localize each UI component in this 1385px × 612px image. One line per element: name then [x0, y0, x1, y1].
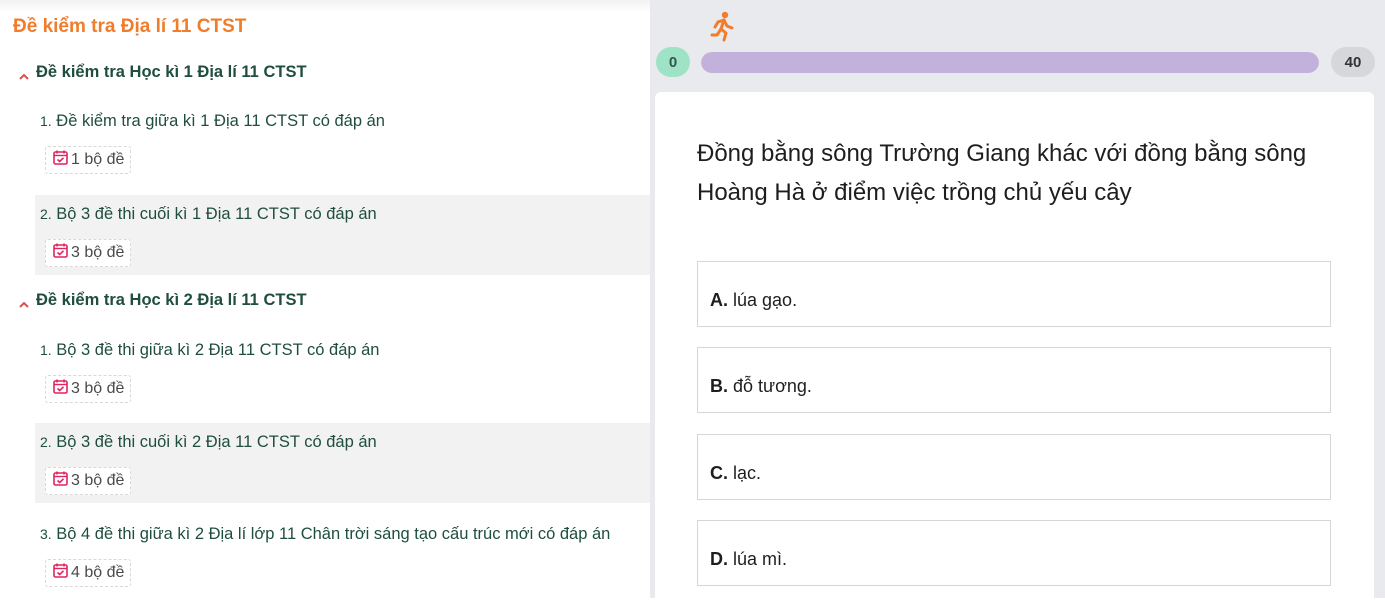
- item-text: Bộ 3 đề thi cuối kì 1 Địa 11 CTST có đáp…: [56, 205, 377, 223]
- exam-list-panel: Đề kiểm tra Địa lí 11 CTST Đề kiểm tra H…: [0, 0, 650, 598]
- exam-item: 1. Đề kiểm tra giữa kì 1 Địa 11 CTST có …: [35, 102, 650, 182]
- answer-option-a[interactable]: A. lúa gạo.: [697, 261, 1331, 327]
- exam-link[interactable]: 2. Bộ 3 đề thi cuối kì 2 Địa 11 CTST có …: [40, 433, 377, 452]
- set-count-badge[interactable]: 3 bộ đề: [45, 375, 132, 403]
- badge-label: 3 bộ đề: [71, 244, 125, 261]
- option-letter: A.: [710, 290, 728, 310]
- calendar-check-icon: [52, 242, 69, 264]
- exam-item: 2. Bộ 3 đề thi cuối kì 2 Địa 11 CTST có …: [35, 423, 650, 503]
- calendar-check-icon: [52, 378, 69, 400]
- option-letter: C.: [710, 463, 728, 483]
- option-letter: B.: [710, 376, 728, 396]
- top-shadow: [0, 0, 650, 12]
- exam-link[interactable]: 3. Bộ 4 đề thi giữa kì 2 Địa lí lớp 11 C…: [40, 525, 610, 544]
- item-text: Đề kiểm tra giữa kì 1 Địa 11 CTST có đáp…: [56, 112, 385, 130]
- badge-label: 3 bộ đề: [71, 472, 125, 489]
- section-title: Đề kiểm tra Học kì 1 Địa lí 11 CTST: [36, 63, 307, 81]
- option-text: lúa mì.: [733, 549, 788, 569]
- item-number: 1.: [40, 113, 52, 129]
- exam-link[interactable]: 1. Bộ 3 đề thi giữa kì 2 Địa 11 CTST có …: [40, 341, 379, 360]
- exam-link[interactable]: 2. Bộ 3 đề thi cuối kì 1 Địa 11 CTST có …: [40, 205, 377, 224]
- section-hk2-toggle[interactable]: Đề kiểm tra Học kì 2 Địa lí 11 CTST: [18, 291, 307, 310]
- answer-option-b[interactable]: B. đỗ tương.: [697, 347, 1331, 413]
- set-count-badge[interactable]: 3 bộ đề: [45, 239, 132, 267]
- set-count-badge[interactable]: 3 bộ đề: [45, 467, 132, 495]
- item-number: 2.: [40, 434, 52, 450]
- section-hk1-toggle[interactable]: Đề kiểm tra Học kì 1 Địa lí 11 CTST: [18, 63, 307, 82]
- set-count-badge[interactable]: 1 bộ đề: [45, 146, 132, 174]
- badge-label: 1 bộ đề: [71, 151, 125, 168]
- calendar-check-icon: [52, 562, 69, 584]
- set-count-badge[interactable]: 4 bộ đề: [45, 559, 132, 587]
- option-text: đỗ tương.: [733, 376, 812, 396]
- section-title: Đề kiểm tra Học kì 2 Địa lí 11 CTST: [36, 291, 307, 309]
- badge-label: 3 bộ đề: [71, 380, 125, 397]
- chevron-up-icon: [18, 68, 30, 80]
- question-card: Đồng bằng sông Trường Giang khác với đồn…: [655, 92, 1374, 612]
- exam-item: 1. Bộ 3 đề thi giữa kì 2 Địa 11 CTST có …: [35, 331, 650, 411]
- exam-item: 2. Bộ 3 đề thi cuối kì 1 Địa 11 CTST có …: [35, 195, 650, 275]
- item-text: Bộ 3 đề thi cuối kì 2 Địa 11 CTST có đáp…: [56, 433, 377, 451]
- question-text: Đồng bằng sông Trường Giang khác với đồn…: [697, 140, 1307, 206]
- progress-end-label: 40: [1331, 47, 1375, 77]
- exam-link[interactable]: 1. Đề kiểm tra giữa kì 1 Địa 11 CTST có …: [40, 112, 385, 131]
- chevron-up-icon: [18, 296, 30, 308]
- runner-icon: [708, 10, 736, 42]
- calendar-check-icon: [52, 470, 69, 492]
- item-number: 1.: [40, 342, 52, 358]
- progress-bar: [701, 52, 1319, 73]
- answer-option-d[interactable]: D. lúa mì.: [697, 520, 1331, 586]
- item-text: Bộ 4 đề thi giữa kì 2 Địa lí lớp 11 Chân…: [56, 525, 611, 543]
- option-text: lạc.: [733, 463, 762, 483]
- item-number: 2.: [40, 206, 52, 222]
- badge-label: 4 bộ đề: [71, 564, 125, 581]
- progress-fill: [701, 52, 1319, 73]
- item-number: 3.: [40, 526, 52, 542]
- item-text: Bộ 3 đề thi giữa kì 2 Địa 11 CTST có đáp…: [56, 341, 380, 359]
- answer-option-c[interactable]: C. lạc.: [697, 434, 1331, 500]
- quiz-panel: 0 40 Đồng bằng sông Trường Giang khác vớ…: [650, 0, 1385, 612]
- calendar-check-icon: [52, 149, 69, 171]
- exam-item: 3. Bộ 4 đề thi giữa kì 2 Địa lí lớp 11 C…: [35, 515, 650, 595]
- option-text: lúa gạo.: [733, 290, 798, 310]
- progress-start-label: 0: [656, 47, 690, 77]
- page-title: Đề kiểm tra Địa lí 11 CTST: [13, 16, 247, 37]
- option-letter: D.: [710, 549, 728, 569]
